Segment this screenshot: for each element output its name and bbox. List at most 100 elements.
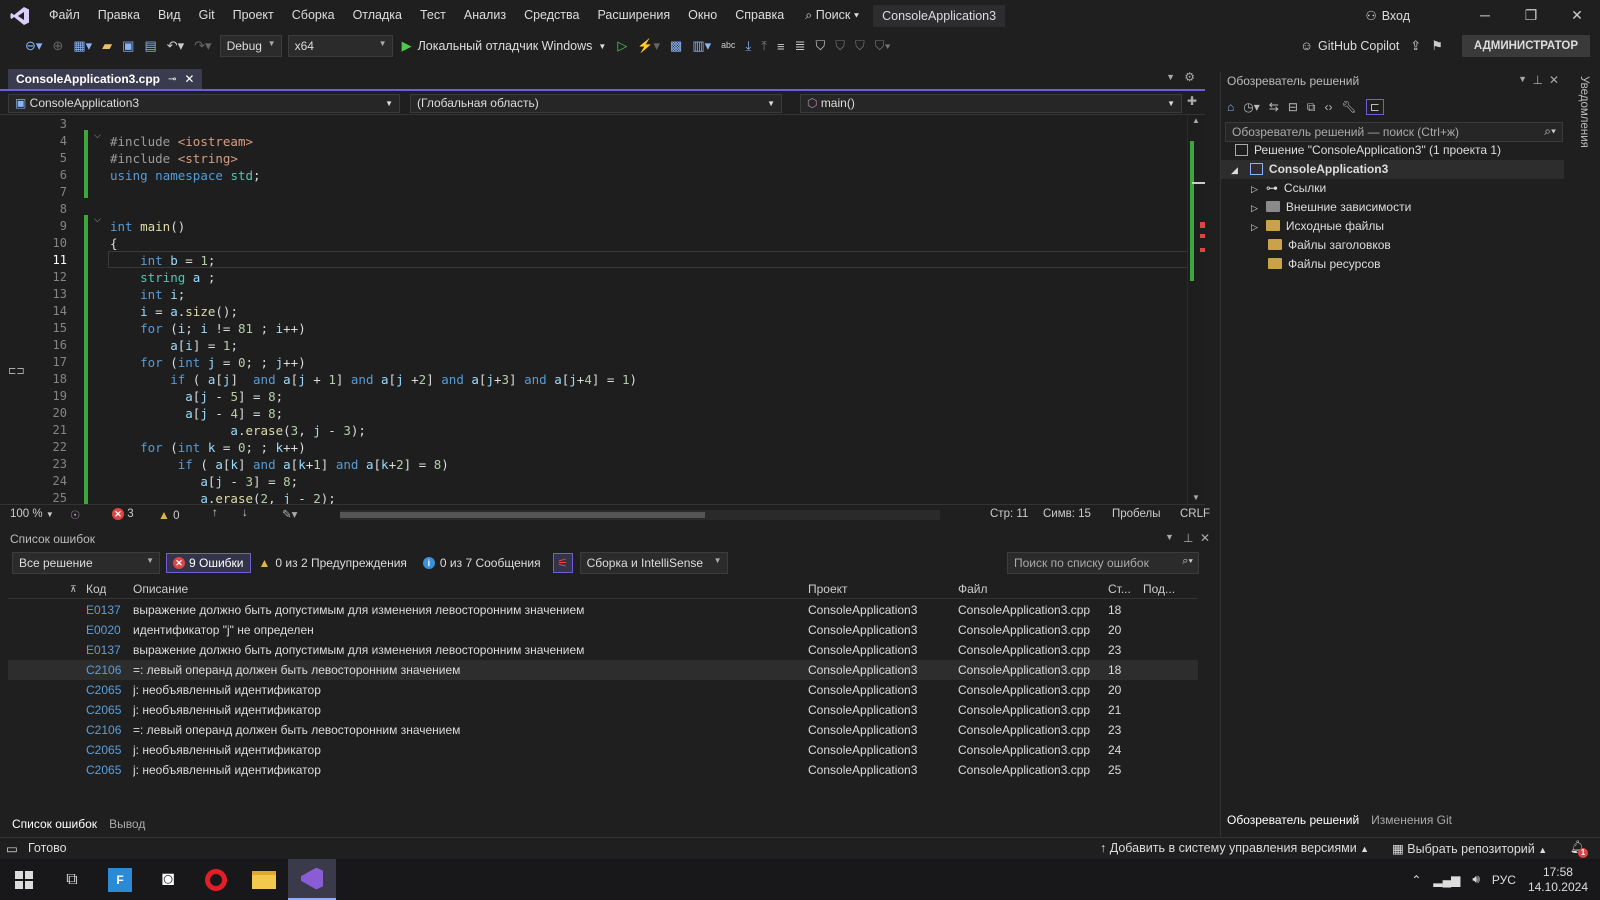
menu-item[interactable]: Отладка: [344, 0, 411, 31]
nav-project-select[interactable]: ▣ ConsoleApplication3 ▼: [8, 94, 400, 113]
show-all-icon[interactable]: ⧉: [1307, 100, 1316, 115]
tree-project[interactable]: ◢ ConsoleApplication3: [1221, 160, 1564, 179]
nav-function-select[interactable]: ⬡ main() ▼: [800, 94, 1182, 113]
properties-icon[interactable]: 🔧︎: [1341, 100, 1356, 114]
collapse-icon[interactable]: ⌵: [94, 130, 101, 141]
tree-node-references[interactable]: ▷ ⊶ Ссылки: [1251, 179, 1326, 198]
minimize-icon[interactable]: ─: [1462, 0, 1508, 31]
whitespace-indicator[interactable]: Пробелы: [1112, 508, 1161, 520]
header-description[interactable]: Описание: [133, 579, 188, 599]
copilot-button[interactable]: GitHub Copilot: [1318, 39, 1399, 53]
error-code[interactable]: C2106: [86, 660, 121, 680]
search-menu[interactable]: ⌕ Поиск ▾: [805, 8, 859, 23]
file-explorer-icon[interactable]: [240, 859, 288, 900]
language-indicator[interactable]: РУС: [1492, 873, 1516, 887]
new-project-icon[interactable]: ▦▾: [68, 38, 97, 54]
add-to-source-control[interactable]: ↑ Добавить в систему управления версиями…: [1100, 841, 1369, 855]
eol-indicator[interactable]: CRLF: [1180, 508, 1210, 520]
start-without-debugging-icon[interactable]: ▷: [612, 38, 632, 54]
vertical-scrollbar[interactable]: ▲ ▼: [1187, 116, 1205, 504]
error-code[interactable]: E0137: [86, 640, 121, 660]
indent-icon[interactable]: ≣: [790, 38, 811, 54]
collapse-icon[interactable]: ⌵: [94, 214, 101, 225]
pin-icon[interactable]: ⊸: [168, 74, 176, 85]
save-icon[interactable]: ▣: [117, 38, 139, 54]
notifications-sidebar[interactable]: Уведомления: [1568, 72, 1600, 837]
error-row[interactable]: abcE0137выражение должно быть допустимым…: [8, 640, 1198, 660]
start-debugging-button[interactable]: ▶ Локальный отладчик Windows ▼: [396, 38, 613, 54]
task-view-icon[interactable]: ⧉: [48, 859, 96, 900]
volume-icon[interactable]: 🔊︎: [1472, 872, 1480, 887]
panel-menu-icon[interactable]: ▼: [1165, 532, 1174, 542]
select-repository[interactable]: ▦ Выбрать репозиторий ▲: [1392, 841, 1547, 856]
close-tab-icon[interactable]: ✕: [184, 72, 194, 86]
column-indicator[interactable]: Симв: 15: [1043, 508, 1091, 520]
error-code[interactable]: C2065: [86, 760, 121, 780]
collapse-all-icon[interactable]: ⊟: [1288, 100, 1298, 114]
collapsed-arrow-icon[interactable]: ▷: [1251, 184, 1258, 194]
forward-icon[interactable]: ⊕: [47, 38, 68, 54]
build-filter-select[interactable]: Сборка и IntelliSense ▼: [579, 552, 728, 574]
sync-icon[interactable]: ⇆: [1269, 100, 1279, 114]
scroll-up-icon[interactable]: ▲: [1192, 116, 1200, 125]
prev-issue-icon[interactable]: ↑: [212, 507, 218, 519]
errors-filter-button[interactable]: ✕ 9 Ошибки: [166, 553, 251, 573]
error-row[interactable]: abcE0020идентификатор "j" не определенCo…: [8, 620, 1198, 640]
gamepad-icon[interactable]: ◙: [144, 859, 192, 900]
line-indicator[interactable]: Стр: 11: [990, 508, 1028, 520]
browse-icon[interactable]: ▩: [665, 38, 687, 54]
menu-item[interactable]: Расширения: [588, 0, 679, 31]
start-icon[interactable]: [0, 859, 48, 900]
menu-item[interactable]: Анализ: [455, 0, 515, 31]
share-icon[interactable]: ⇪: [1405, 38, 1426, 54]
error-code[interactable]: E0137: [86, 600, 121, 620]
scroll-down-icon[interactable]: ▼: [1192, 493, 1200, 502]
feedback-icon[interactable]: ⚑: [1426, 38, 1448, 54]
menu-item[interactable]: Вид: [149, 0, 190, 31]
menu-item[interactable]: Проект: [224, 0, 283, 31]
solution-search-input[interactable]: Обозреватель решений — поиск (Ctrl+ж) ⌕▾: [1225, 122, 1563, 142]
tree-solution-root[interactable]: Решение "ConsoleApplication3" (1 проекта…: [1235, 141, 1501, 160]
tab-error-list[interactable]: Список ошибок: [6, 814, 103, 834]
restore-icon[interactable]: ❐: [1508, 0, 1554, 31]
menu-item[interactable]: Средства: [515, 0, 588, 31]
home-icon[interactable]: ⌂: [1227, 100, 1234, 114]
header-suppression[interactable]: Под...: [1143, 579, 1175, 599]
menu-item[interactable]: Git: [190, 0, 224, 31]
split-icon[interactable]: ✚: [1187, 94, 1197, 108]
doc-tab-active[interactable]: ConsoleApplication3.cpp ⊸ ✕: [8, 69, 203, 89]
step-over-icon[interactable]: ⤒: [756, 38, 772, 54]
hot-reload-icon[interactable]: ⚡▾: [632, 38, 665, 54]
horizontal-scrollbar[interactable]: [340, 510, 940, 520]
save-all-icon[interactable]: ▤: [139, 38, 161, 54]
zoom-select[interactable]: 100 % ▼: [10, 508, 54, 520]
outdent-icon[interactable]: ≡: [772, 39, 790, 54]
header-file[interactable]: Файл: [958, 579, 988, 599]
redo-icon[interactable]: ↷▾: [189, 38, 216, 54]
open-folder-icon[interactable]: ▰: [97, 38, 117, 54]
pin-panel-icon[interactable]: ⊥: [1183, 531, 1193, 545]
header-line[interactable]: Ст...: [1108, 579, 1131, 599]
error-row[interactable]: ✕C2065j: необъявленный идентификаторCons…: [8, 760, 1198, 780]
menu-item[interactable]: Окно: [679, 0, 726, 31]
notifications-label[interactable]: Уведомления: [1578, 76, 1590, 148]
warning-count[interactable]: ▲ 0: [158, 508, 180, 522]
expanded-arrow-icon[interactable]: ◢: [1231, 165, 1238, 175]
menu-item[interactable]: Файл: [40, 0, 89, 31]
prev-bookmark-icon[interactable]: ⛉: [830, 38, 850, 54]
nav-scope-select[interactable]: (Глобальная область) ▼: [410, 94, 782, 113]
tab-git-changes[interactable]: Изменения Git: [1365, 813, 1458, 827]
visual-studio-logo-icon[interactable]: [0, 0, 40, 31]
settings-gear-icon[interactable]: ⚙: [1184, 70, 1195, 84]
collapsed-arrow-icon[interactable]: ▷: [1251, 203, 1258, 213]
tree-node-headers[interactable]: Файлы заголовков: [1268, 236, 1391, 255]
network-icon[interactable]: ▂▄▆: [1433, 873, 1460, 887]
intellicode-icon[interactable]: ☉: [70, 508, 80, 522]
error-row[interactable]: ✕C2065j: необъявленный идентификаторCons…: [8, 740, 1198, 760]
config-select[interactable]: Debug ▼: [219, 35, 282, 57]
close-window-icon[interactable]: ✕: [1554, 0, 1600, 31]
tree-node-sources[interactable]: ▷ Исходные файлы: [1251, 217, 1384, 236]
layout-icon[interactable]: ▥▾: [687, 38, 716, 54]
spellcheck-icon[interactable]: ᵃᵇᶜ: [716, 39, 740, 54]
header-code[interactable]: Код: [86, 579, 106, 599]
